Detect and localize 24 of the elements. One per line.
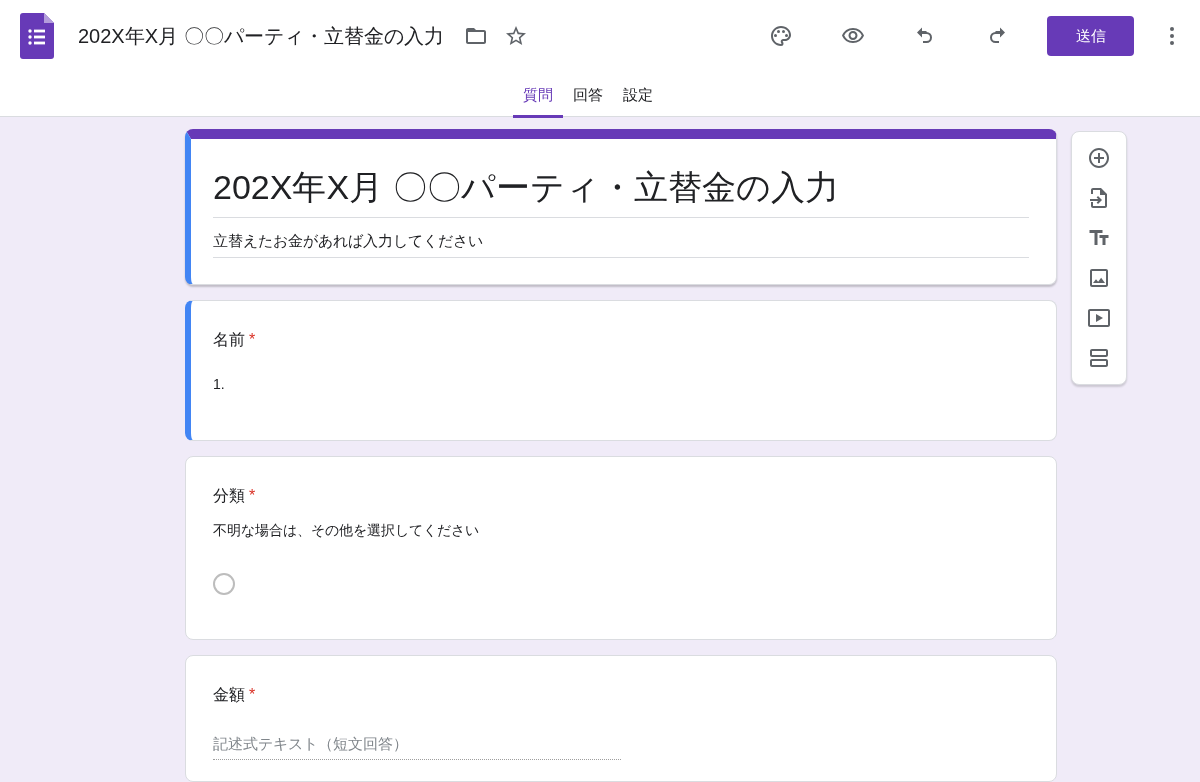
required-asterisk: * (249, 684, 256, 705)
image-icon[interactable] (1087, 266, 1111, 290)
add-section-icon[interactable] (1087, 346, 1111, 370)
document-title[interactable]: 202X年X月 〇〇パーティ・立替金の入力 (78, 21, 444, 51)
video-icon[interactable] (1087, 306, 1111, 330)
palette-icon[interactable] (769, 24, 793, 48)
question-title: 名前 (213, 329, 245, 350)
star-icon[interactable] (503, 24, 528, 48)
tab[interactable]: 回答 (562, 74, 613, 118)
radio-button[interactable] (213, 572, 235, 595)
question-title: 金額 (213, 684, 245, 705)
send-button[interactable]: 送信 (1047, 16, 1134, 56)
required-asterisk: * (249, 485, 256, 506)
tab[interactable]: 質問 (512, 74, 563, 118)
tab[interactable]: 設定 (612, 74, 663, 118)
list-item-number: 1. (213, 374, 226, 394)
short-answer-field[interactable]: 記述式テキスト（短文回答） (213, 728, 621, 761)
question-description: 不明な場合は、その他を選択してください (213, 520, 480, 540)
question-title: 分類 (213, 485, 245, 506)
form-title[interactable]: 202X年X月 〇〇パーティ・立替金の入力 (213, 153, 1029, 219)
form-description[interactable]: 立替えたお金があれば入力してください (213, 218, 1029, 258)
required-asterisk: * (249, 329, 256, 350)
add-question-icon[interactable] (1087, 146, 1111, 170)
forms-logo-icon[interactable] (20, 13, 54, 59)
